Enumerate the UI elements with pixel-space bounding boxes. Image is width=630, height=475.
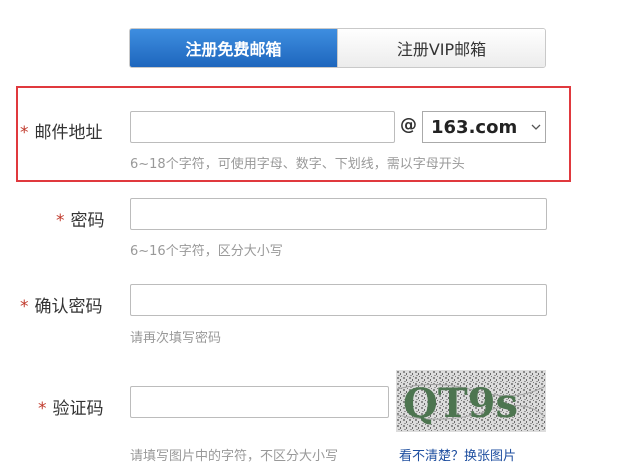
password-input[interactable] xyxy=(130,198,547,230)
required-mark: * xyxy=(38,399,47,419)
confirm-password-input[interactable] xyxy=(130,284,547,316)
tab-free-email[interactable]: 注册免费邮箱 xyxy=(130,29,337,67)
chevron-down-icon xyxy=(527,124,545,130)
email-label: * 邮件地址 xyxy=(20,118,103,143)
required-mark: * xyxy=(20,297,29,317)
captcha-hint: 请填写图片中的字符，不区分大小写 xyxy=(130,449,339,464)
captcha-label: * 验证码 xyxy=(38,394,104,419)
captcha-text: QT9s xyxy=(403,380,518,427)
confirm-password-label-text: 确认密码 xyxy=(34,297,103,317)
email-hint: 6~18个字符，可使用字母、数字、下划线，需以字母开头 xyxy=(130,157,465,172)
confirm-password-label: * 确认密码 xyxy=(20,292,103,317)
captcha-label-text: 验证码 xyxy=(52,399,104,419)
domain-select[interactable]: 163.com xyxy=(422,111,546,143)
required-mark: * xyxy=(56,211,65,231)
refresh-captcha-link[interactable]: 看不清楚？换张图片 xyxy=(399,445,516,464)
required-mark: * xyxy=(20,123,29,143)
tab-vip-email[interactable]: 注册VIP邮箱 xyxy=(337,29,545,67)
password-label: * 密码 xyxy=(56,206,105,231)
registration-tabs: 注册免费邮箱 注册VIP邮箱 xyxy=(129,28,546,68)
domain-select-value: 163.com xyxy=(431,116,518,138)
captcha-image[interactable]: QT9s xyxy=(396,370,546,432)
email-label-text: 邮件地址 xyxy=(34,123,103,143)
password-hint: 6~16个字符，区分大小写 xyxy=(130,244,283,259)
at-sign: @ xyxy=(400,115,417,135)
captcha-input[interactable] xyxy=(130,386,389,418)
confirm-password-hint: 请再次填写密码 xyxy=(130,331,222,346)
email-input[interactable] xyxy=(130,111,395,143)
password-label-text: 密码 xyxy=(70,211,105,231)
